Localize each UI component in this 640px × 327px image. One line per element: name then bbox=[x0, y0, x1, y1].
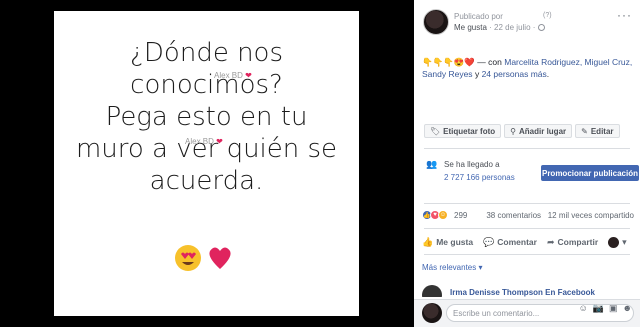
share-arrow-icon: ➦ bbox=[546, 236, 555, 247]
caret-down-icon: ▾ bbox=[478, 263, 483, 272]
comment-button[interactable]: 💬 Comentar bbox=[483, 237, 537, 248]
speech-bubble-icon: 💬 bbox=[483, 236, 495, 247]
photo-line-1: ¿Dónde nos bbox=[129, 38, 284, 68]
add-location-label: Añadir lugar bbox=[519, 126, 567, 136]
like-label: Me gusta bbox=[436, 237, 474, 247]
reaction-identity-button[interactable]: ▾ bbox=[608, 236, 627, 248]
action-bar: 👍 Me gusta 💬 Comentar ➦ Compartir ▾ bbox=[422, 235, 636, 249]
period: . bbox=[546, 69, 550, 79]
published-by-label: Publicado por bbox=[454, 12, 503, 21]
globe-icon[interactable] bbox=[537, 24, 545, 31]
comments-count[interactable]: 38 comentarios bbox=[486, 211, 541, 220]
watermark-text: Alex BD bbox=[214, 71, 243, 80]
share-label: Compartir bbox=[557, 237, 599, 247]
promote-post-button[interactable]: Promocionar publicación bbox=[541, 165, 639, 181]
edit-label: Editar bbox=[590, 126, 614, 136]
more-options-icon[interactable]: ··· bbox=[617, 8, 632, 22]
with-prefix: — con bbox=[477, 57, 502, 67]
sticker-icon[interactable]: ☻ bbox=[623, 303, 632, 314]
post-side-panel: Publicado por (?) Me gusta · 22 de julio… bbox=[414, 0, 640, 327]
comment-label: Comentar bbox=[497, 237, 537, 247]
divider bbox=[424, 254, 630, 255]
emoji-icon[interactable]: ☺ bbox=[579, 303, 588, 314]
commenter-name[interactable]: Irma Denisse Thompson En Facebook bbox=[450, 288, 595, 297]
heart-icon: ❤ bbox=[245, 71, 252, 80]
comments-shares: 38 comentarios 12 mil veces compartido bbox=[486, 211, 634, 220]
caret-down-icon: ▾ bbox=[622, 236, 627, 247]
photo-viewer: ¿Dónde nos conocimos? Pega esto en tu mu… bbox=[0, 0, 414, 327]
composer-icons: ☺ 📷 ▣ ☻ bbox=[579, 303, 632, 314]
photo-line-2: conocimos? bbox=[130, 70, 283, 100]
post-meta: Me gusta · 22 de julio · bbox=[454, 23, 545, 32]
others-link[interactable]: 24 personas más bbox=[482, 69, 547, 79]
page-like-link[interactable]: Me gusta bbox=[454, 23, 487, 32]
gif-icon[interactable]: ▣ bbox=[609, 303, 618, 314]
pencil-icon: ✎ bbox=[581, 126, 588, 136]
divider bbox=[424, 203, 630, 204]
post-date[interactable]: 22 de julio bbox=[494, 23, 530, 32]
engagement-counts: 👍 ♥ ☺ 299 38 comentarios 12 mil veces co… bbox=[422, 210, 634, 222]
and-text: y bbox=[474, 69, 480, 79]
photo-tools: 🏷 Etiquetar foto ⚲ Añadir lugar ✎ Editar bbox=[424, 124, 620, 138]
heart-icon: ❤ bbox=[216, 137, 223, 146]
reach-count-link[interactable]: 2 727 166 personas bbox=[444, 171, 515, 184]
people-icon: 👥 bbox=[426, 159, 438, 169]
add-location-button[interactable]: ⚲ Añadir lugar bbox=[504, 124, 573, 138]
watermark-middle: Alex BD ❤ bbox=[185, 137, 223, 146]
divider bbox=[424, 148, 630, 149]
tagged-line: 👇👇👇😍❤️ — con Marcelita Rodriguez, Miguel… bbox=[422, 56, 634, 80]
thumbs-up-icon: 👍 bbox=[422, 236, 434, 247]
tag-icon: 🏷 bbox=[430, 126, 441, 136]
comment-composer: Escribe un comentario... ☺ 📷 ▣ ☻ bbox=[414, 299, 640, 327]
emoji-row bbox=[174, 243, 238, 273]
commenter-avatar[interactable] bbox=[422, 285, 442, 297]
separator: · bbox=[489, 23, 492, 32]
shares-count[interactable]: 12 mil veces compartido bbox=[548, 211, 634, 220]
divider bbox=[424, 228, 630, 229]
reaction-count[interactable]: 299 bbox=[454, 211, 467, 220]
tag-photo-button[interactable]: 🏷 Etiquetar foto bbox=[424, 124, 502, 138]
post-header: Publicado por (?) Me gusta · 22 de julio… bbox=[414, 0, 640, 48]
like-button[interactable]: 👍 Me gusta bbox=[422, 237, 473, 248]
haha-reaction-icon: ☺ bbox=[438, 210, 448, 220]
emoji-row-icon: 👇👇👇😍❤️ bbox=[422, 57, 475, 67]
heart-eyes-emoji-icon bbox=[175, 245, 231, 271]
comment-item: Irma Denisse Thompson En Facebook bbox=[422, 285, 636, 297]
sort-label: Más relevantes bbox=[422, 263, 477, 272]
tag-photo-label: Etiquetar foto bbox=[443, 126, 496, 136]
watermark-top: Alex BD ❤ bbox=[214, 71, 252, 80]
location-pin-icon: ⚲ bbox=[510, 126, 517, 136]
identity-avatar bbox=[608, 236, 620, 248]
comment-sort-dropdown[interactable]: Más relevantes ▾ bbox=[422, 263, 483, 272]
my-avatar bbox=[422, 303, 442, 323]
share-button[interactable]: ➦ Compartir bbox=[547, 237, 598, 248]
help-question[interactable]: (?) bbox=[543, 12, 552, 19]
camera-icon[interactable]: 📷 bbox=[593, 303, 604, 314]
separator: · bbox=[532, 23, 536, 32]
photo-caption: ¿Dónde nos conocimos? Pega esto en tu mu… bbox=[54, 37, 359, 197]
reaction-icons[interactable]: 👍 ♥ ☺ bbox=[422, 210, 448, 220]
reach-label: Se ha llegado a bbox=[444, 160, 500, 169]
photo-line-5: acuerda. bbox=[149, 166, 264, 196]
author-avatar[interactable] bbox=[423, 9, 449, 35]
reach-text: Se ha llegado a 2 727 166 personas bbox=[444, 158, 515, 184]
photo-line-3: Pega esto en tu bbox=[105, 102, 308, 132]
post-photo[interactable]: ¿Dónde nos conocimos? Pega esto en tu mu… bbox=[54, 11, 359, 316]
watermark-text: Alex BD bbox=[185, 137, 214, 146]
edit-button[interactable]: ✎ Editar bbox=[575, 124, 620, 138]
